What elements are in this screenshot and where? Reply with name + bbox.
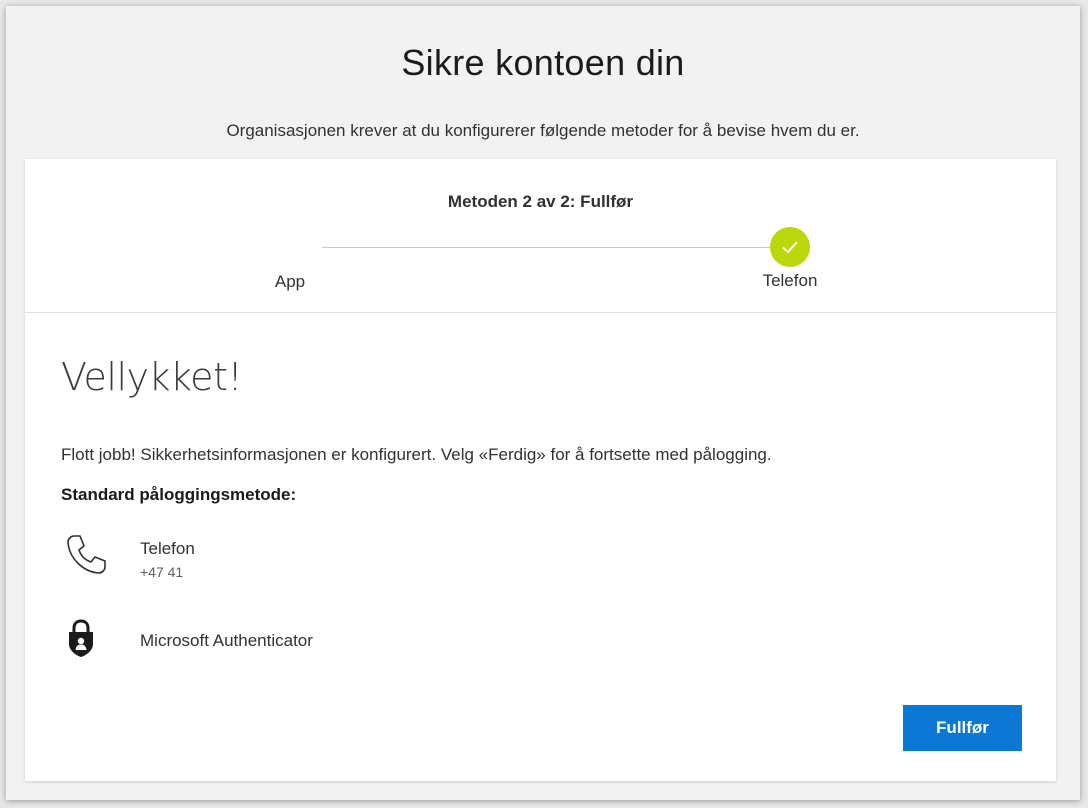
setup-card: Metoden 2 av 2: Fullfør App Telefon Vell… [25, 159, 1056, 781]
progress-header: Metoden 2 av 2: Fullfør App Telefon [25, 159, 1056, 313]
step-complete-check-icon [770, 227, 810, 267]
window-frame: Sikre kontoen din Organisasjonen krever … [6, 6, 1080, 800]
page-subtitle: Organisasjonen krever at du konfigurerer… [226, 121, 860, 140]
step-label-app: App [274, 272, 306, 291]
method-authenticator-name: Microsoft Authenticator [140, 631, 313, 650]
success-heading: Vellykket! [61, 355, 243, 399]
authenticator-lock-icon [61, 617, 101, 666]
step-label-phone: Telefon [762, 271, 818, 290]
method-phone-number: +47 41 [140, 564, 184, 580]
page-title: Sikre kontoen din [401, 42, 685, 83]
step-title: Metoden 2 av 2: Fullfør [447, 192, 634, 211]
progress-line [322, 247, 770, 248]
method-phone-name: Telefon [140, 539, 195, 558]
default-method-label: Standard påloggingsmetode: [61, 485, 297, 504]
checkmark-icon [782, 241, 798, 254]
finish-button[interactable]: Fullfør [903, 705, 1022, 751]
phone-icon [61, 529, 111, 584]
success-message: Flott jobb! Sikkerhetsinformasjonen er k… [61, 445, 772, 464]
